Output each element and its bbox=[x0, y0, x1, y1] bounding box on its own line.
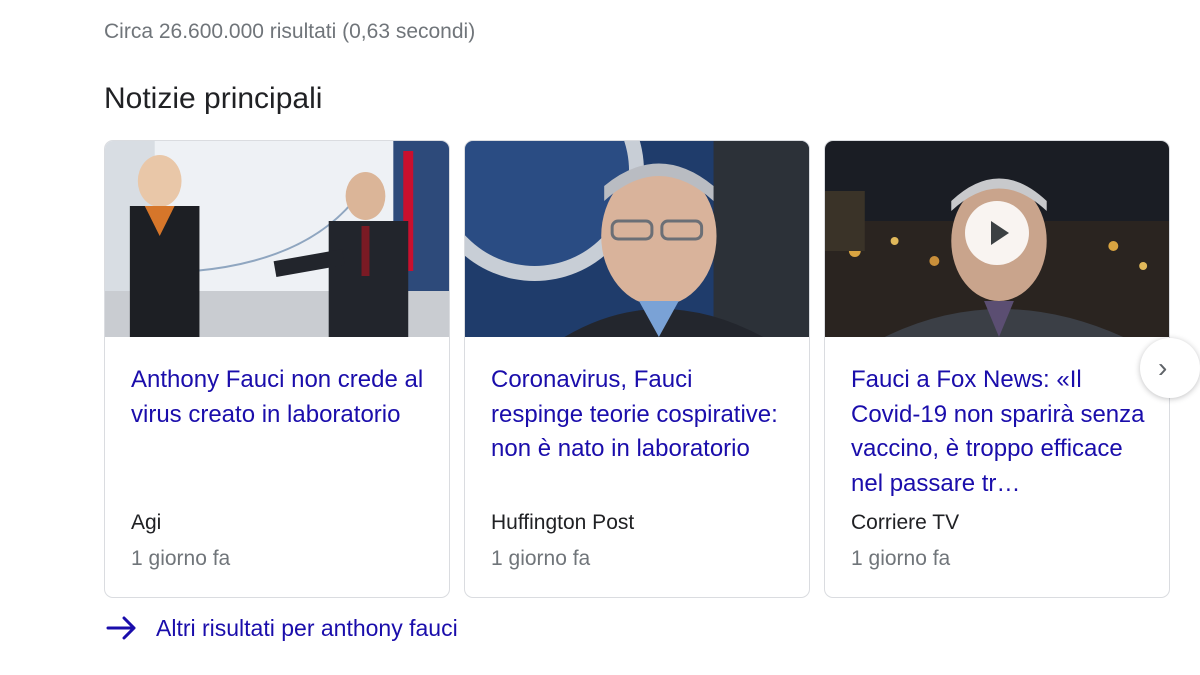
result-stats: Circa 26.600.000 risultati (0,63 secondi… bbox=[104, 20, 476, 43]
press-briefing-image bbox=[105, 141, 449, 337]
portrait-image bbox=[465, 141, 809, 337]
play-icon[interactable] bbox=[965, 201, 1029, 265]
more-results-link[interactable]: Altri risultati per anthony fauci bbox=[104, 610, 458, 646]
news-card[interactable]: Fauci a Fox News: «Il Covid-19 non spari… bbox=[824, 140, 1170, 598]
news-age: 1 giorno fa bbox=[491, 547, 591, 570]
card-body: Coronavirus, Fauci respinge teorie cospi… bbox=[491, 363, 791, 597]
card-body: Fauci a Fox News: «Il Covid-19 non spari… bbox=[851, 363, 1151, 597]
section-title: Notizie principali bbox=[104, 82, 323, 115]
news-card[interactable]: Coronavirus, Fauci respinge teorie cospi… bbox=[464, 140, 810, 598]
arrow-right-icon bbox=[106, 616, 136, 640]
news-headline[interactable]: Coronavirus, Fauci respinge teorie cospi… bbox=[491, 363, 791, 503]
carousel-next-button[interactable]: › bbox=[1140, 338, 1200, 398]
news-age: 1 giorno fa bbox=[851, 547, 951, 570]
news-source: Agi bbox=[131, 511, 162, 534]
chevron-right-icon: › bbox=[1158, 352, 1168, 383]
more-results-label: Altri risultati per anthony fauci bbox=[156, 614, 458, 641]
news-source: Huffington Post bbox=[491, 511, 635, 534]
news-age: 1 giorno fa bbox=[131, 547, 231, 570]
news-thumbnail[interactable] bbox=[825, 141, 1169, 337]
card-body: Anthony Fauci non crede al virus creato … bbox=[131, 363, 431, 597]
news-headline[interactable]: Anthony Fauci non crede al virus creato … bbox=[131, 363, 431, 503]
news-carousel: Anthony Fauci non crede al virus creato … bbox=[104, 140, 1200, 600]
news-source: Corriere TV bbox=[851, 511, 960, 534]
news-card[interactable]: Anthony Fauci non crede al virus creato … bbox=[104, 140, 450, 598]
news-thumbnail[interactable] bbox=[105, 141, 449, 337]
news-thumbnail[interactable] bbox=[465, 141, 809, 337]
news-headline[interactable]: Fauci a Fox News: «Il Covid-19 non spari… bbox=[851, 363, 1151, 503]
